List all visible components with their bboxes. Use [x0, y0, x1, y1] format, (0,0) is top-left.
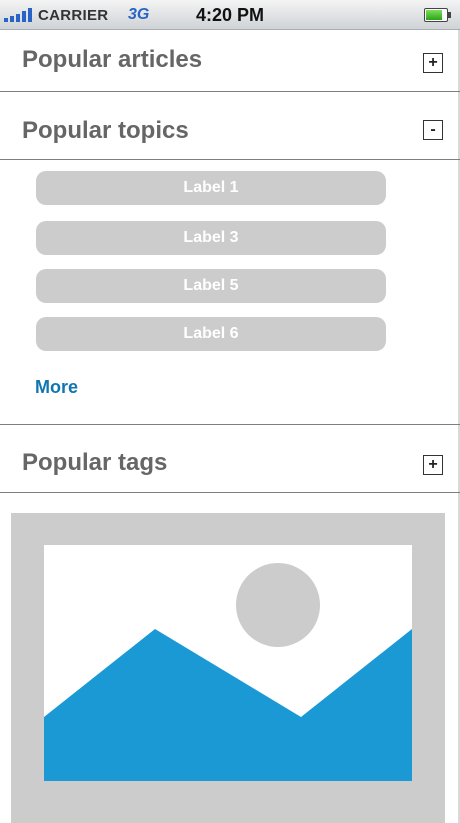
section-popular-tags[interactable]: Popular tags +: [0, 424, 460, 493]
section-title-articles: Popular articles: [22, 46, 203, 73]
image-placeholder: [11, 513, 445, 823]
more-link[interactable]: More: [35, 377, 78, 398]
topic-button-label-1[interactable]: Label 1: [36, 171, 386, 205]
topic-button-label-6[interactable]: Label 6: [36, 317, 386, 351]
expand-icon[interactable]: +: [423, 53, 443, 73]
topic-button-label-5[interactable]: Label 5: [36, 269, 386, 303]
status-bar: CARRIER 3G 4:20 PM: [0, 0, 460, 30]
clock: 4:20 PM: [195, 5, 265, 25]
section-title-tags: Popular tags: [22, 449, 168, 476]
section-popular-articles[interactable]: Popular articles +: [0, 30, 460, 92]
collapse-icon[interactable]: -: [423, 120, 443, 140]
image-placeholder-icon: [44, 545, 412, 781]
battery-icon: [424, 8, 451, 22]
topic-button-label-3[interactable]: Label 3: [36, 221, 386, 255]
section-title-topics: Popular topics: [22, 117, 189, 144]
expand-icon[interactable]: +: [423, 455, 443, 475]
section-popular-topics[interactable]: Popular topics -: [0, 92, 460, 160]
